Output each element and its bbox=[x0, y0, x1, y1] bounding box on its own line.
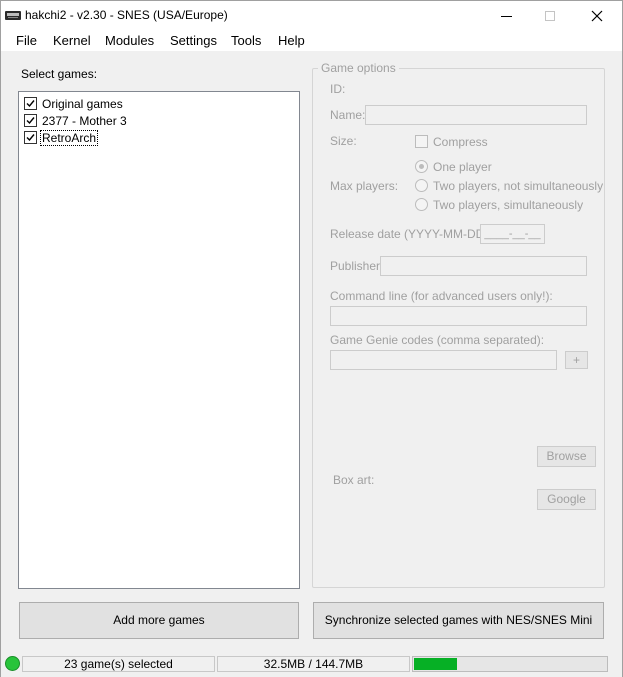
id-label: ID: bbox=[330, 82, 346, 96]
select-games-label: Select games: bbox=[21, 67, 98, 81]
game-genie-label: Game Genie codes (comma separated): bbox=[330, 333, 545, 347]
game-genie-add-button[interactable]: + bbox=[565, 351, 588, 369]
menu-modules[interactable]: Modules bbox=[105, 33, 154, 48]
checkmark-icon bbox=[26, 100, 35, 108]
game-label: Original games bbox=[42, 97, 123, 111]
games-selected-status: 23 game(s) selected bbox=[22, 656, 215, 672]
game-options-title: Game options bbox=[318, 61, 399, 75]
one-player-label: One player bbox=[433, 160, 492, 174]
synchronize-button[interactable]: Synchronize selected games with NES/SNES… bbox=[313, 602, 604, 639]
game-checkbox[interactable] bbox=[24, 131, 37, 144]
game-label: 2377 - Mother 3 bbox=[42, 114, 127, 128]
command-line-field[interactable] bbox=[330, 306, 587, 326]
game-checkbox[interactable] bbox=[24, 114, 37, 127]
minimize-icon bbox=[501, 16, 512, 17]
google-button[interactable]: Google bbox=[537, 489, 596, 510]
two-not-simultaneous-label: Two players, not simultaneously bbox=[433, 179, 604, 193]
close-icon bbox=[591, 10, 603, 22]
app-icon bbox=[5, 11, 21, 20]
storage-progress-bar bbox=[412, 656, 608, 672]
publisher-field[interactable] bbox=[380, 256, 587, 276]
add-more-games-button[interactable]: Add more games bbox=[19, 602, 299, 639]
compress-label: Compress bbox=[433, 135, 488, 149]
radio-two-simultaneous[interactable] bbox=[415, 198, 428, 211]
close-button[interactable] bbox=[574, 1, 620, 31]
size-label: Size: bbox=[330, 134, 357, 148]
publisher-label: Publisher: bbox=[330, 259, 384, 273]
menu-help[interactable]: Help bbox=[278, 33, 305, 48]
game-genie-field[interactable] bbox=[330, 350, 557, 370]
name-label: Name: bbox=[330, 108, 366, 122]
maximize-button[interactable] bbox=[528, 1, 574, 31]
box-art-label: Box art: bbox=[333, 473, 375, 487]
maximize-icon bbox=[545, 11, 555, 21]
storage-progress-fill bbox=[414, 658, 457, 670]
radio-two-not-simultaneous[interactable] bbox=[415, 179, 428, 192]
checkmark-icon bbox=[26, 134, 35, 142]
compress-checkbox[interactable] bbox=[415, 135, 428, 148]
status-indicator-icon bbox=[5, 656, 20, 671]
checkmark-icon bbox=[26, 117, 35, 125]
game-label: RetroArch bbox=[40, 130, 99, 146]
game-checkbox[interactable] bbox=[24, 97, 37, 110]
browse-button[interactable]: Browse bbox=[537, 446, 596, 467]
menu-bar: File Kernel Modules Settings Tools Help bbox=[1, 31, 622, 51]
menu-tools[interactable]: Tools bbox=[231, 33, 261, 48]
menu-settings[interactable]: Settings bbox=[170, 33, 217, 48]
games-list[interactable]: Original games 2377 - Mother 3 RetroArch bbox=[18, 91, 300, 589]
menu-file[interactable]: File bbox=[16, 33, 37, 48]
status-bar: 23 game(s) selected 32.5MB / 144.7MB bbox=[1, 653, 622, 677]
minimize-button[interactable] bbox=[484, 1, 530, 31]
two-simultaneous-label: Two players, simultaneously bbox=[433, 198, 584, 212]
command-line-label: Command line (for advanced users only!): bbox=[330, 289, 553, 303]
title-bar: hakchi2 - v2.30 - SNES (USA/Europe) bbox=[1, 1, 622, 31]
main-window: hakchi2 - v2.30 - SNES (USA/Europe) File… bbox=[0, 0, 623, 677]
radio-one-player[interactable] bbox=[415, 160, 428, 173]
menu-kernel[interactable]: Kernel bbox=[53, 33, 91, 48]
release-date-label: Release date (YYYY-MM-DD): bbox=[330, 227, 492, 241]
window-title: hakchi2 - v2.30 - SNES (USA/Europe) bbox=[25, 8, 228, 22]
storage-status: 32.5MB / 144.7MB bbox=[217, 656, 410, 672]
name-field[interactable] bbox=[365, 105, 587, 125]
max-players-label: Max players: bbox=[330, 179, 399, 193]
release-date-field[interactable]: ____-__-__ bbox=[480, 224, 545, 244]
